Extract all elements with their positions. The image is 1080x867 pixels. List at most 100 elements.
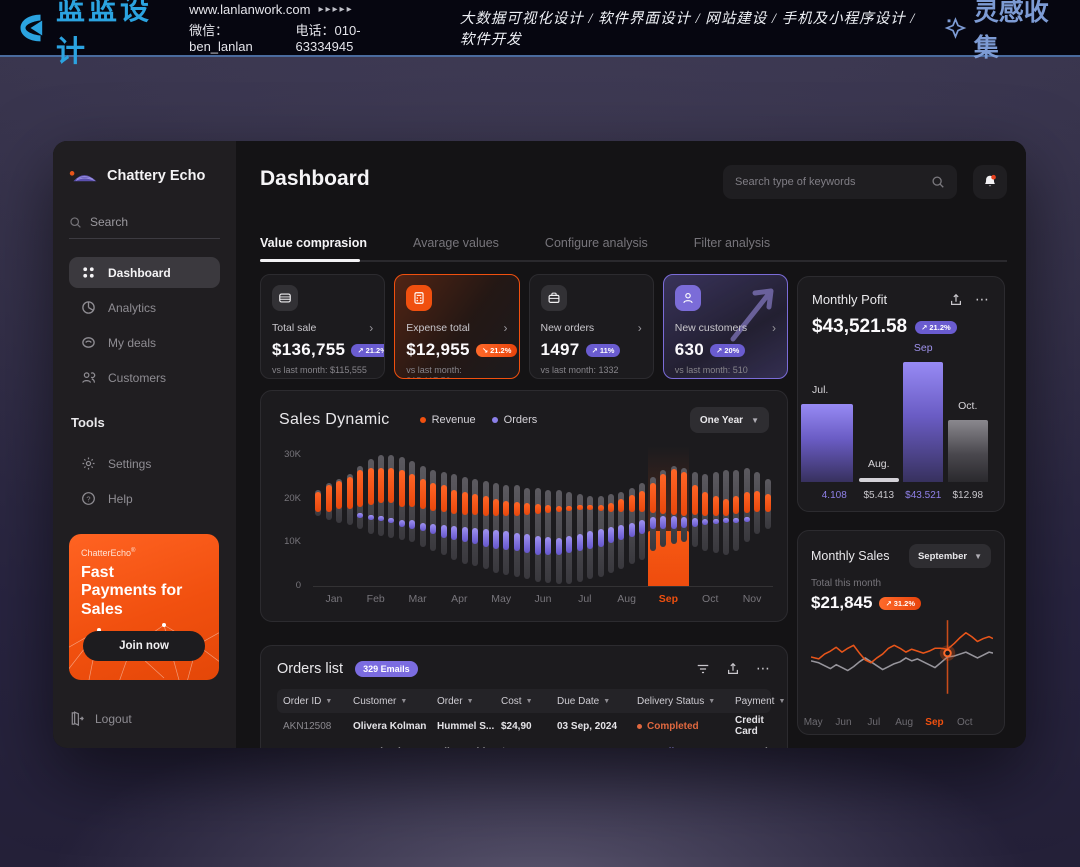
revenue-capsule (326, 485, 332, 511)
tab-avarage-values[interactable]: Avarage values (413, 236, 499, 250)
orders-capsule (608, 527, 614, 543)
table-row[interactable]: TML30321Kemal SelmanNike T-Shirt$41,9907… (277, 739, 771, 748)
revenue-capsule (629, 495, 635, 512)
orders-capsule (681, 517, 687, 528)
stat-cards-row: Total sale›$136,755↗21.2%vs last month: … (260, 274, 788, 379)
revenue-capsule (368, 468, 374, 505)
promo-card: ChatterEcho® Fast Payments for Sales Joi… (69, 534, 219, 680)
column-header-cost[interactable]: Cost▼ (495, 696, 551, 707)
y-tick-label: 20K (284, 493, 301, 504)
column-header-due-date[interactable]: Due Date▼ (551, 696, 631, 707)
banner-brand: 蓝蓝设计 (18, 0, 169, 70)
range-capsule (503, 485, 509, 575)
chevron-down-icon: ▼ (526, 698, 533, 705)
x-tick-label: Jul (859, 717, 889, 728)
column-header-customer[interactable]: Customer▼ (347, 696, 431, 707)
revenue-capsule (462, 492, 468, 515)
revenue-capsule (420, 479, 426, 510)
orders-capsule (744, 517, 750, 522)
range-select[interactable]: One Year▼ (690, 407, 769, 433)
chevron-down-icon: ▼ (467, 698, 474, 705)
chevron-right-icon[interactable]: › (369, 321, 373, 335)
app-name: Chattery Echo (107, 168, 205, 184)
revenue-capsule (598, 505, 604, 511)
orders-capsule (629, 523, 635, 537)
stat-card-label: New orders (541, 322, 595, 334)
sidebar-search-input[interactable] (90, 215, 200, 229)
stat-card-sub: vs last month: $15,117.52 (406, 365, 507, 379)
sidebar-search[interactable] (69, 215, 220, 239)
top-search[interactable] (723, 165, 957, 199)
users-icon (81, 370, 96, 385)
orders-capsule (451, 526, 457, 540)
orders-table: Order ID▼Customer▼Order▼Cost▼Due Date▼De… (277, 689, 771, 748)
cell-delivery-status: Pending (631, 747, 729, 749)
monthly-profit-card: Monthly Pofit ⋯ $43,521.58 ↗21.2% Jul.Au… (797, 276, 1005, 512)
orders-capsule (618, 525, 624, 540)
more-icon[interactable]: ⋯ (975, 291, 990, 308)
orders-capsule (514, 533, 520, 551)
chevron-right-icon[interactable]: › (504, 321, 508, 335)
banner-wechat: 微信：ben_lanlan (189, 20, 279, 54)
orders-capsule (472, 528, 478, 544)
revenue-capsule (639, 491, 645, 512)
orders-capsule (368, 515, 374, 520)
x-tick-label: Jun (828, 717, 858, 728)
column-header-payment[interactable]: Payment▼ (729, 696, 785, 707)
month-select[interactable]: September▼ (909, 544, 991, 568)
revenue-capsule (483, 496, 489, 516)
revenue-capsule (713, 496, 719, 516)
x-tick-label: Oct (950, 717, 980, 728)
sidebar-item-customers[interactable]: Customers (69, 362, 220, 393)
profit-bar-column: Sep (901, 354, 946, 482)
range-capsule (472, 479, 478, 567)
stat-card-value: $136,755 (272, 340, 345, 360)
revenue-capsule (503, 501, 509, 516)
sales-dynamic-card: Sales Dynamic RevenueOrders One Year▼ 30… (260, 390, 788, 622)
revenue-capsule (566, 506, 572, 511)
filter-icon[interactable] (696, 662, 710, 676)
calc-icon (406, 285, 432, 311)
orders-capsule (545, 537, 551, 555)
orders-capsule (650, 517, 656, 529)
sidebar-item-settings[interactable]: Settings (69, 448, 220, 479)
column-header-order-id[interactable]: Order ID▼ (277, 696, 347, 707)
chevron-down-icon: ▼ (974, 552, 982, 561)
profit-bar-value: $43.521 (901, 490, 946, 501)
monthly-profit-title: Monthly Pofit (812, 292, 887, 307)
orders-capsule (713, 519, 719, 524)
revenue-capsule (514, 502, 520, 516)
revenue-capsule (765, 494, 771, 512)
chevron-right-icon[interactable]: › (638, 321, 642, 335)
column-header-delivery-status[interactable]: Delivery Status▼ (631, 696, 729, 707)
notifications-button[interactable] (973, 165, 1007, 199)
profit-bar (859, 478, 899, 482)
top-search-input[interactable] (735, 176, 931, 188)
x-tick-label: Apr (438, 593, 480, 605)
x-tick-label: Sep (648, 593, 690, 605)
export-icon[interactable] (949, 293, 963, 307)
sidebar-item-my-deals[interactable]: My deals (69, 327, 220, 358)
stat-card-new-orders: New orders›1497↗11%vs last month: 1332 (529, 274, 654, 379)
orders-capsule (399, 520, 405, 527)
trend-badge: ↘21.2% (476, 344, 518, 357)
chevron-right-icon[interactable]: › (772, 321, 776, 335)
table-row[interactable]: AKN12508Olivera KolmanHummel S...$24,900… (277, 713, 771, 739)
y-axis: 30K20K10K0 (279, 447, 309, 587)
sidebar-item-help[interactable]: ?Help (69, 483, 220, 514)
join-now-button[interactable]: Join now (83, 631, 205, 661)
logout-button[interactable]: Logout (69, 711, 132, 726)
more-icon[interactable]: ⋯ (756, 660, 771, 677)
export-icon[interactable] (726, 662, 740, 676)
profit-bar-month-label: Jul. (812, 384, 828, 396)
tab-value-comprasion[interactable]: Value comprasion (260, 236, 367, 250)
profit-bar (903, 362, 943, 482)
monthly-sales-chart (811, 617, 993, 717)
column-header-order[interactable]: Order ▼ (431, 696, 495, 707)
tab-configure-analysis[interactable]: Configure analysis (545, 236, 648, 250)
trend-badge-value: 20% (724, 346, 739, 355)
column-header-label: Order (437, 696, 463, 707)
tab-filter-analysis[interactable]: Filter analysis (694, 236, 770, 250)
sidebar-item-dashboard[interactable]: Dashboard (69, 257, 220, 288)
sidebar-item-analytics[interactable]: Analytics (69, 292, 220, 323)
